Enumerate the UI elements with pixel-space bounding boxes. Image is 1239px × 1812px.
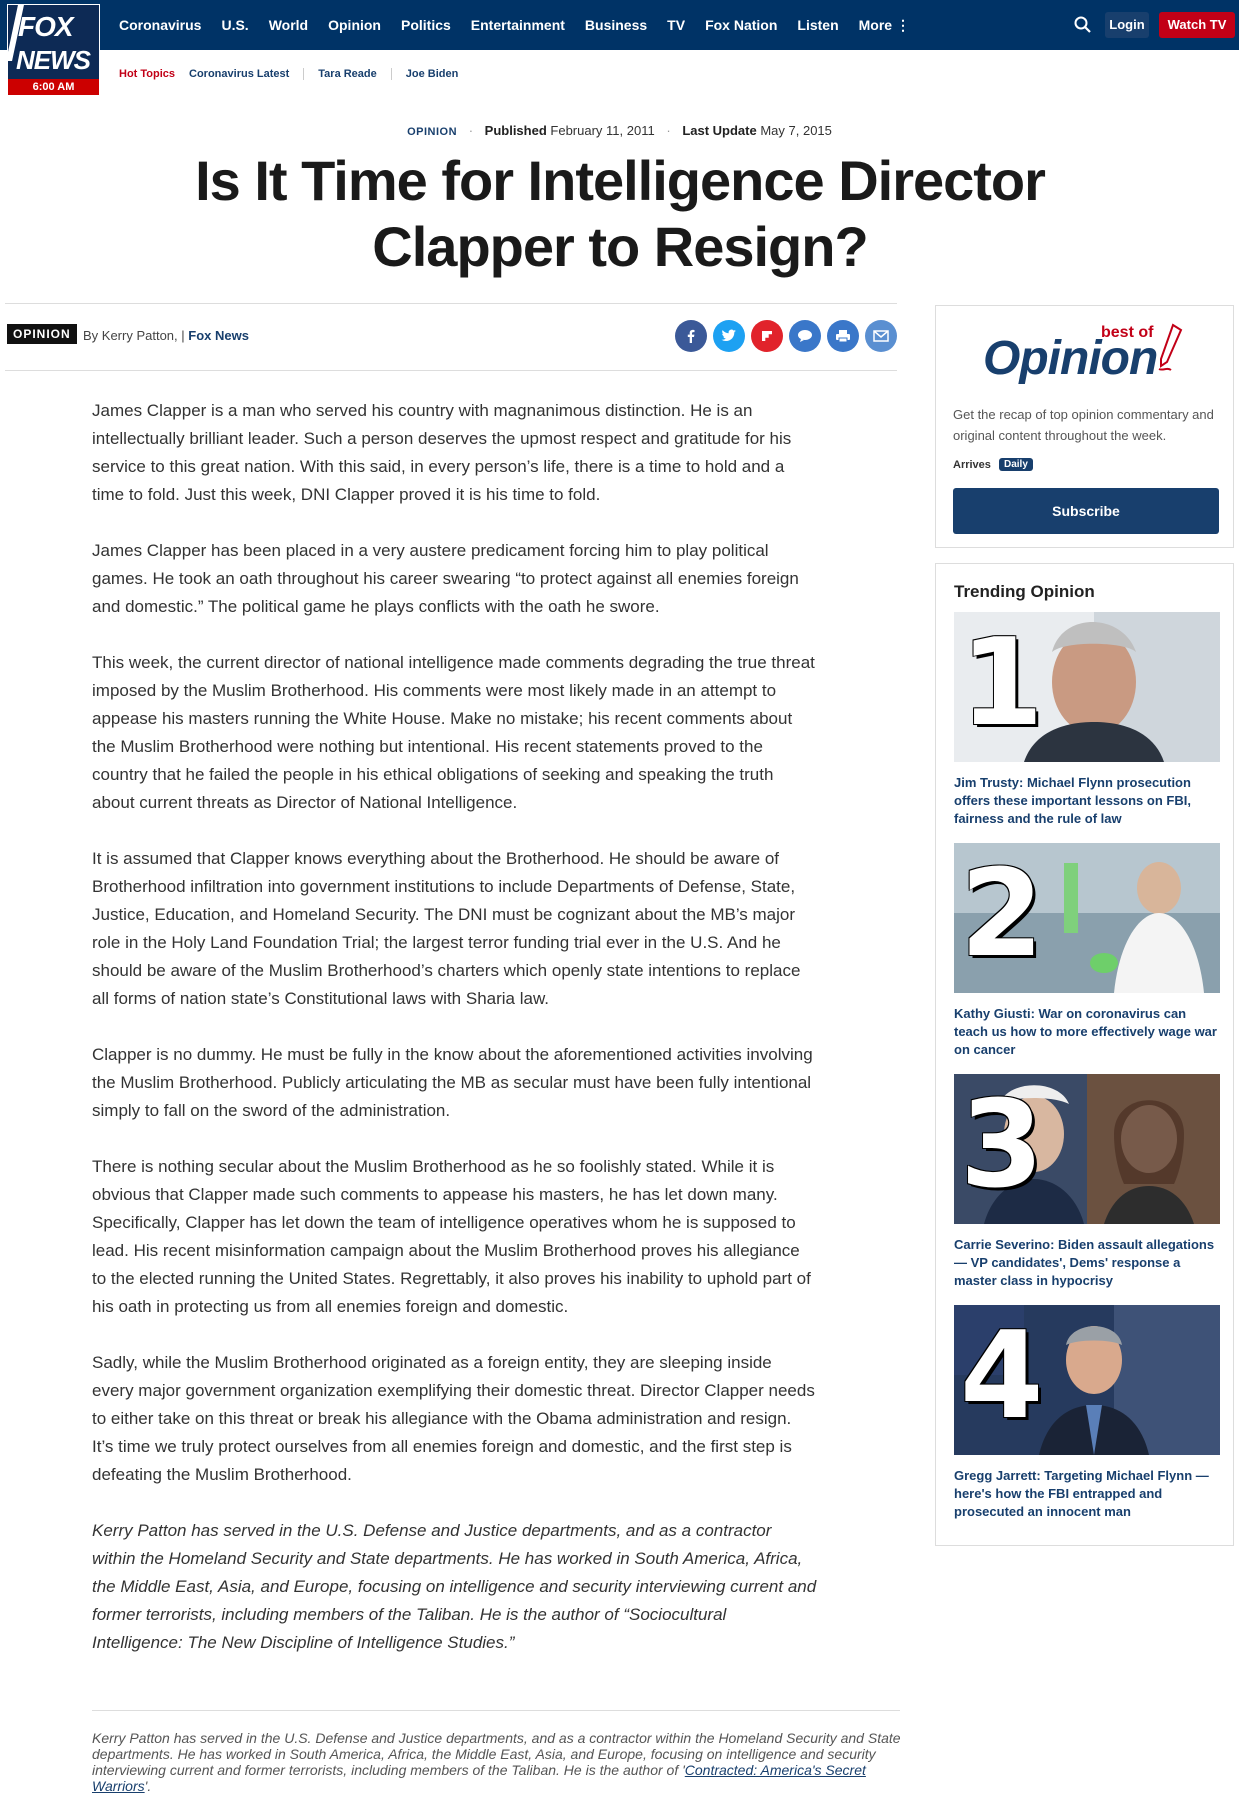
logo-text-fox: FOX (18, 11, 74, 42)
twitter-share-icon[interactable] (713, 320, 745, 352)
nav-item-business[interactable]: Business (585, 17, 647, 33)
byline-source[interactable]: Fox News (188, 328, 249, 343)
published-date: February 11, 2011 (550, 123, 655, 138)
hot-topics-label: Hot Topics (119, 68, 176, 80)
trending-item[interactable]: 1 Jim Trusty: Michael Flynn prosecution … (954, 612, 1220, 828)
trending-rank: 1 (960, 614, 1044, 753)
article-headline: Is It Time for Intelligence Director Cla… (195, 149, 1046, 278)
article-eyebrow[interactable]: OPINION (407, 126, 457, 138)
nav-item-entertainment[interactable]: Entertainment (471, 17, 565, 33)
trending-item[interactable]: 2 Kathy Giusti: War on coronavirus can t… (954, 843, 1220, 1059)
article-meta: OPINION · Published February 11, 2011 · … (0, 123, 1239, 138)
facebook-share-icon[interactable] (675, 320, 707, 352)
trending-rank: 4 (960, 1307, 1044, 1446)
endnote-divider (92, 1710, 900, 1711)
article-paragraph: James Clapper has been placed in a very … (92, 541, 799, 616)
nav-item-coronavirus[interactable]: Coronavirus (119, 17, 201, 33)
trending-thumbnail[interactable]: 4 (954, 1305, 1220, 1455)
trending-headline[interactable]: Carrie Severino: Biden assault allegatio… (954, 1236, 1220, 1290)
login-button[interactable]: Login (1105, 12, 1149, 38)
author-endnote: Kerry Patton has served in the U.S. Defe… (92, 1730, 902, 1794)
trending-rank: 2 (960, 845, 1044, 984)
promo-description: Get the recap of top opinion commentary … (953, 407, 1214, 443)
article-body: James Clapper is a man who served his co… (92, 397, 817, 1685)
comment-icon[interactable] (789, 320, 821, 352)
article-paragraph: Clapper is no dummy. He must be fully in… (92, 1045, 813, 1120)
nav-item-more[interactable]: More ⋮ (859, 17, 910, 34)
trending-opinion-panel: Trending Opinion 1 Jim Trusty: Michael F… (935, 563, 1234, 1546)
trending-headline[interactable]: Jim Trusty: Michael Flynn prosecution of… (954, 774, 1220, 828)
trending-thumbnail[interactable]: 2 (954, 843, 1220, 993)
subscribe-button[interactable]: Subscribe (953, 488, 1219, 534)
logo-time: 6:00 AM (8, 79, 99, 95)
flipboard-share-icon[interactable] (751, 320, 783, 352)
promo-title: Opinion (983, 332, 1158, 385)
daily-badge: Daily (999, 458, 1033, 471)
meta-separator: · (666, 123, 671, 138)
hot-topics-bar: Hot Topics Coronavirus Latest Tara Reade… (119, 68, 472, 80)
byline-row: OPINION By Kerry Patton, | Fox News (5, 303, 897, 371)
nav-item-tv[interactable]: TV (667, 17, 685, 33)
nav-item-us[interactable]: U.S. (221, 17, 248, 33)
share-buttons (675, 320, 897, 352)
article-paragraph: There is nothing secular about the Musli… (92, 1157, 811, 1316)
email-icon[interactable] (865, 320, 897, 352)
logo-text-news: NEWS (16, 45, 91, 75)
search-icon[interactable] (1073, 15, 1093, 35)
meta-separator: · (468, 123, 474, 138)
trending-item[interactable]: 3 Carrie Severino: Biden assault allegat… (954, 1074, 1220, 1290)
article-paragraph: It is assumed that Clapper knows everyth… (92, 849, 801, 1008)
trending-thumbnail[interactable]: 1 (954, 612, 1220, 762)
best-of-opinion-newsletter: best of Opinion Get the recap of top opi… (935, 305, 1234, 548)
pen-icon (1158, 323, 1183, 371)
opinion-badge: OPINION (7, 324, 77, 344)
updated-date: May 7, 2015 (760, 123, 832, 138)
trending-item[interactable]: 4 Gregg Jarrett: Targeting Michael Flynn… (954, 1305, 1220, 1521)
fox-news-logo[interactable]: FOX NEWS 6:00 AM (6, 4, 100, 96)
nav-item-opinion[interactable]: Opinion (328, 17, 381, 33)
author-name[interactable]: By Kerry Patton, | (83, 328, 185, 343)
nav-item-listen[interactable]: Listen (797, 17, 838, 33)
hot-topic-tara-reade[interactable]: Tara Reade (303, 68, 391, 80)
hot-topic-joe-biden[interactable]: Joe Biden (390, 68, 473, 80)
article-paragraph: This week, the current director of natio… (92, 653, 815, 812)
trending-thumbnail[interactable]: 3 (954, 1074, 1220, 1224)
trending-headline[interactable]: Gregg Jarrett: Targeting Michael Flynn —… (954, 1467, 1220, 1521)
nav-item-world[interactable]: World (269, 17, 308, 33)
trending-rank: 3 (960, 1076, 1044, 1215)
article-paragraph: Sadly, while the Muslim Brotherhood orig… (92, 1353, 815, 1484)
arrives-label: Arrives (953, 459, 991, 471)
trending-title: Trending Opinion (954, 582, 1095, 601)
endnote-tail: '. (144, 1778, 152, 1794)
article-paragraph: James Clapper is a man who served his co… (92, 401, 792, 504)
nav-item-politics[interactable]: Politics (401, 17, 451, 33)
main-nav: Coronavirus U.S. World Opinion Politics … (119, 0, 930, 50)
watch-tv-button[interactable]: Watch TV (1159, 12, 1235, 38)
author-bio: Kerry Patton has served in the U.S. Defe… (92, 1521, 817, 1652)
updated-label: Last Update (682, 123, 757, 138)
print-icon[interactable] (827, 320, 859, 352)
nav-item-fox-nation[interactable]: Fox Nation (705, 17, 777, 33)
hot-topic-coronavirus-latest[interactable]: Coronavirus Latest (189, 68, 303, 80)
published-label: Published (484, 123, 547, 138)
trending-headline[interactable]: Kathy Giusti: War on coronavirus can tea… (954, 1005, 1220, 1059)
byline: By Kerry Patton, | Fox News (83, 328, 249, 343)
